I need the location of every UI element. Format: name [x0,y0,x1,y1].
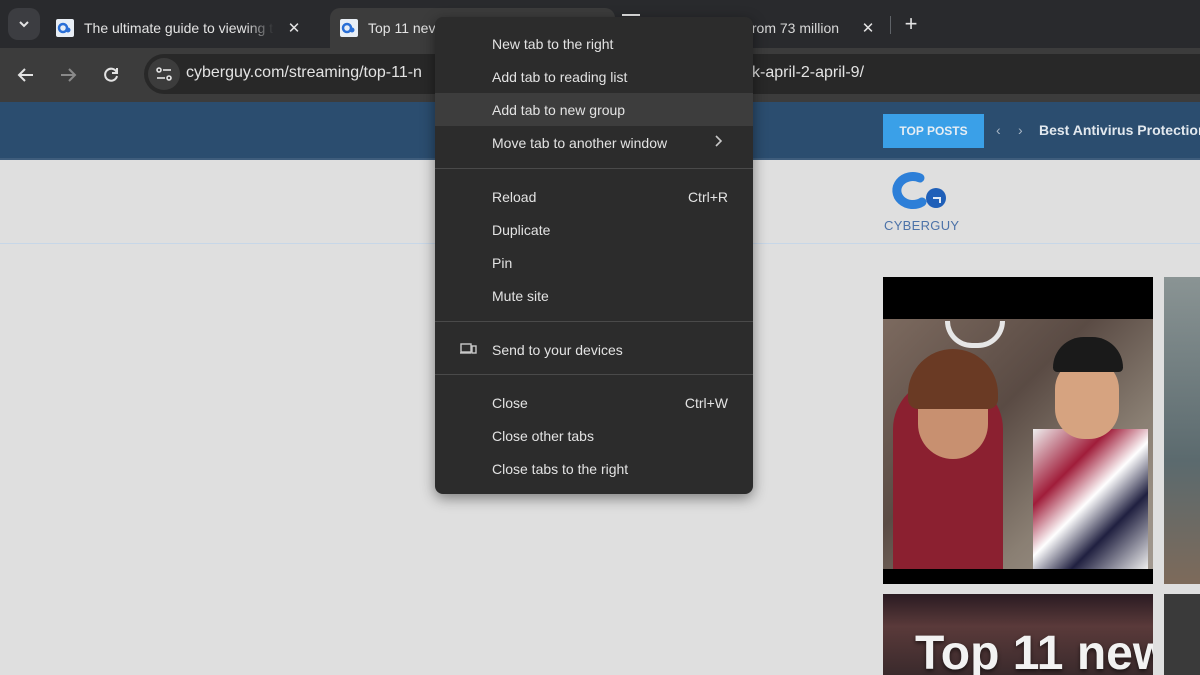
cyberguy-favicon-icon [340,19,358,37]
menu-item-label: Pin [492,254,513,271]
tab-search-button[interactable] [8,8,40,40]
tab-context-menu: New tab to the right Add tab to reading … [435,17,753,494]
reload-button[interactable] [97,61,125,89]
menu-item-move-to-window[interactable]: Move tab to another window [435,126,753,159]
devices-icon [460,343,477,354]
tab-title: The ultimate guide to viewing t [84,20,274,36]
top-posts-badge: TOP POSTS [883,114,984,148]
ticker-headline-link[interactable]: Best Antivirus Protection [1039,122,1200,138]
menu-divider [435,321,753,322]
thumbnail-image [883,319,1153,569]
tab-1[interactable]: The ultimate guide to viewing t ✕ [48,8,336,48]
back-button[interactable] [12,61,40,89]
menu-item-label: New tab to the right [492,35,614,52]
menu-item-shortcut: Ctrl+W [684,394,728,411]
menu-divider [435,374,753,375]
menu-item-duplicate[interactable]: Duplicate [435,213,753,246]
arrow-left-icon [17,68,33,82]
menu-item-label: Send to your devices [492,341,623,358]
cyberguy-logo[interactable]: CYBERGUY [884,168,968,236]
menu-item-label: Close [492,394,528,411]
article-overlay-title: Top 11 new [915,627,1153,675]
site-info-button[interactable] [148,58,180,90]
article-thumbnail[interactable]: Top 11 new [883,594,1153,675]
menu-item-label: Add tab to new group [492,101,626,118]
chevron-right-icon [715,135,723,147]
close-icon[interactable]: ✕ [858,19,878,37]
menu-item-label: Mute site [492,287,549,304]
menu-item-label: Close tabs to the right [492,460,629,477]
menu-item-pin[interactable]: Pin [435,246,753,279]
tab-group-indicator [622,14,640,16]
menu-item-label: Move tab to another window [492,134,668,151]
menu-item-label: Add tab to reading list [492,68,628,85]
article-thumbnail[interactable] [1164,277,1200,584]
menu-item-close-other-tabs[interactable]: Close other tabs [435,419,753,452]
menu-item-label: Duplicate [492,221,551,238]
menu-item-add-to-new-group[interactable]: Add tab to new group [435,93,753,126]
menu-item-shortcut: Ctrl+R [687,188,728,205]
cyberguy-favicon-icon [56,19,74,37]
arrow-right-icon [61,68,77,82]
chevron-down-icon [19,21,29,28]
plus-icon: + [904,11,918,36]
tune-icon [156,67,172,81]
reload-icon [104,67,118,82]
menu-item-close[interactable]: Close Ctrl+W [435,386,753,419]
forward-button[interactable] [54,61,82,89]
menu-item-mute-site[interactable]: Mute site [435,279,753,312]
menu-divider [435,168,753,169]
tab-3[interactable]: from 73 million ✕ [748,8,888,48]
menu-item-label: Reload [492,188,537,205]
menu-item-label: Close other tabs [492,427,594,444]
tab-title: from 73 million [748,20,840,36]
tab-separator [890,16,891,34]
article-thumbnail[interactable] [1164,594,1200,675]
menu-item-add-to-reading-list[interactable]: Add tab to reading list [435,60,753,93]
logo-text: CYBERGUY [884,218,960,233]
new-tab-button[interactable]: + [900,12,922,36]
menu-item-close-tabs-right[interactable]: Close tabs to the right [435,452,753,485]
menu-item-send-to-devices[interactable]: Send to your devices [435,333,753,366]
menu-item-new-tab-right[interactable]: New tab to the right [435,27,753,60]
cyberguy-logo-icon [892,172,946,210]
ticker-next-button[interactable]: › [1018,122,1023,138]
close-icon[interactable]: ✕ [284,19,304,37]
menu-item-reload[interactable]: Reload Ctrl+R [435,180,753,213]
ticker-prev-button[interactable]: ‹ [996,122,1001,138]
url-text: cyberguy.com/streaming/top-11-n [186,64,422,81]
article-thumbnail[interactable] [883,277,1153,584]
url-text-tail: k-april-2-april-9/ [752,64,865,81]
